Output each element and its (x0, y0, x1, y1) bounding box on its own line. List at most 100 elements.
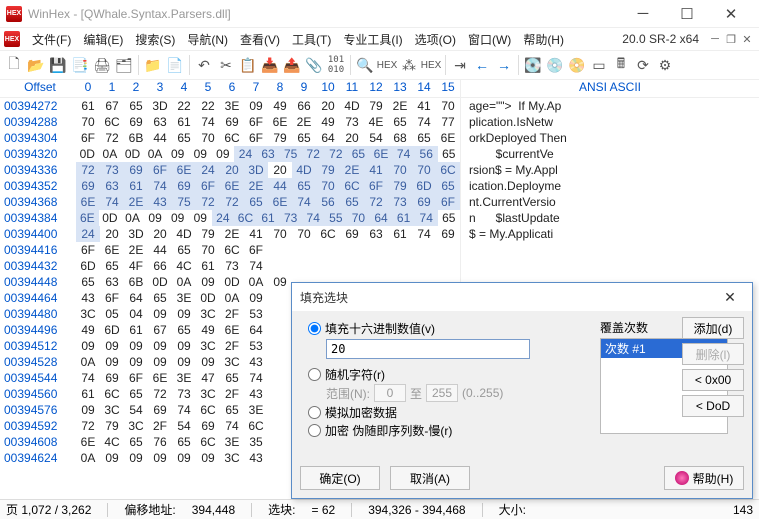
open-icon[interactable]: 📂 (26, 55, 46, 75)
hex-row[interactable]: 003943846E0D0A090909246C6173745570646174… (0, 210, 759, 226)
refresh-icon[interactable]: ⟳ (633, 55, 653, 75)
ascii-cell[interactable]: $currentVe (460, 146, 759, 162)
ok-button[interactable]: 确定(O) (300, 466, 380, 490)
ascii-cell[interactable]: rsion$ = My.Appl (460, 162, 759, 178)
hex-row[interactable]: 0039435269636174696F6E2E4465706C6F796D65… (0, 178, 759, 194)
dialog-title: 填充选块 (300, 289, 348, 306)
replace-icon[interactable]: ⁂ (399, 55, 419, 75)
ascii-cell[interactable]: plication.IsNetw (460, 114, 759, 130)
menu-file[interactable]: 文件(F) (26, 29, 77, 50)
radio-sim[interactable]: 模拟加密数据 (308, 403, 588, 421)
fwd-icon[interactable]: → (494, 55, 514, 75)
range-value: 394,326 - 394,468 (368, 503, 465, 517)
menu-help[interactable]: 帮助(H) (517, 29, 570, 50)
print-icon[interactable]: 🖨 (92, 55, 112, 75)
help-icon (675, 471, 689, 485)
ascii-cell[interactable]: ication.Deployme (460, 178, 759, 194)
close-button[interactable]: ✕ (709, 0, 753, 28)
paste-icon[interactable]: 📥 (260, 55, 280, 75)
radio-enc[interactable]: 加密 伪随即序列数-慢(r) (308, 421, 588, 439)
page-indicator: 页 1,072 / 3,262 (6, 501, 91, 518)
undo-icon[interactable]: ↶ (194, 55, 214, 75)
radio-hex[interactable]: 填充十六进制数值(v) (308, 319, 588, 337)
menu-search[interactable]: 搜索(S) (129, 29, 181, 50)
menu-window[interactable]: 窗口(W) (462, 29, 517, 50)
ascii-cell[interactable]: n $lastUpdate (460, 210, 759, 226)
ascii-cell[interactable]: orkDeployed Then (460, 130, 759, 146)
add-button[interactable]: 添加(d) (682, 317, 744, 339)
folder-icon[interactable]: 📁 (143, 55, 163, 75)
cut-icon[interactable]: ✂ (216, 55, 236, 75)
disk3-icon[interactable]: 📀 (567, 55, 587, 75)
hex-row[interactable]: 003944166F6E2E4465706C6F (0, 242, 759, 258)
offset-cell: 00394512 (0, 338, 76, 354)
hex-header: Offset 0123456789101112131415 ANSI ASCII (0, 80, 759, 98)
save-icon[interactable]: 💾 (48, 55, 68, 75)
offset-cell: 00394480 (0, 306, 76, 322)
menu-bar: HEX 文件(F) 编辑(E) 搜索(S) 导航(N) 查看(V) 工具(T) … (0, 28, 759, 50)
binary-icon[interactable]: 101010 (326, 55, 346, 75)
props-icon[interactable]: 🗂 (114, 55, 134, 75)
menu-edit[interactable]: 编辑(E) (77, 29, 129, 50)
fill-block-dialog: 填充选块 ✕ 填充十六进制数值(v) 随机字符(r) 范围(N): 至 (0..… (291, 282, 753, 499)
hex-row[interactable]: 00394288706C69636174696F6E2E49734E657477… (0, 114, 759, 130)
hex-row[interactable]: 0039440024203D204D792E4170706C6963617469… (0, 226, 759, 242)
hex-row[interactable]: 003942726167653D22223E094966204D792E4170… (0, 98, 759, 114)
ascii-cell[interactable]: nt.CurrentVersio (460, 194, 759, 210)
findhex-icon[interactable]: HEX (377, 55, 397, 75)
hex-row[interactable]: 003943200D0A0D0A0909092463757272656E7456… (0, 146, 759, 162)
clip-icon[interactable]: 📎 (304, 55, 324, 75)
disk2-icon[interactable]: 💿 (545, 55, 565, 75)
offset-cell: 00394336 (0, 162, 76, 178)
offset-cell: 00394592 (0, 418, 76, 434)
hex-row[interactable]: 003944326D654F664C617374 (0, 258, 759, 274)
ascii-cell[interactable] (460, 242, 759, 258)
doc-icon[interactable]: 📄 (165, 55, 185, 75)
hex-row[interactable]: 003943686E742E43757272656E7456657273696F… (0, 194, 759, 210)
offset-cell: 00394576 (0, 402, 76, 418)
mdi-close-icon[interactable]: ✕ (739, 31, 755, 47)
offset-cell: 00394464 (0, 290, 76, 306)
ram-icon[interactable]: ▭ (589, 55, 609, 75)
calc-icon[interactable]: 🖩 (611, 55, 631, 75)
menu-options[interactable]: 选项(O) (409, 29, 462, 50)
ascii-cell[interactable]: $ = My.Applicati (460, 226, 759, 242)
offset-label: 偏移地址: (124, 501, 175, 518)
hex-row[interactable]: 003943046F726B4465706C6F796564205468656E… (0, 130, 759, 146)
range-from (374, 384, 406, 402)
goto-icon[interactable]: ⇥ (450, 55, 470, 75)
mdi-restore-icon[interactable]: ❐ (723, 31, 739, 47)
back-icon[interactable]: ← (472, 55, 492, 75)
replhex-icon[interactable]: HEX (421, 55, 441, 75)
copy-icon[interactable]: 📋 (238, 55, 258, 75)
radio-random[interactable]: 随机字符(r) (308, 365, 588, 383)
ascii-cell[interactable] (460, 258, 759, 274)
new-icon[interactable]: 🗋 (4, 55, 24, 75)
offset-cell: 00394352 (0, 178, 76, 194)
disk1-icon[interactable]: 💽 (523, 55, 543, 75)
ascii-cell[interactable]: age=""> If My.Ap (460, 98, 759, 114)
dod-button[interactable]: < DoD (682, 395, 744, 417)
menu-tools[interactable]: 工具(T) (286, 29, 337, 50)
window-title: WinHex - [QWhale.Syntax.Parsers.dll] (28, 7, 621, 21)
mdi-min-icon[interactable]: ─ (707, 31, 723, 47)
dialog-close-icon[interactable]: ✕ (716, 289, 744, 306)
menu-nav[interactable]: 导航(N) (181, 29, 234, 50)
offset-cell: 00394288 (0, 114, 76, 130)
paste2-icon[interactable]: 📤 (282, 55, 302, 75)
range-to (426, 384, 458, 402)
hex-row[interactable]: 003943367273696F6E24203D204D792E4170706C… (0, 162, 759, 178)
cancel-button[interactable]: 取消(A) (390, 466, 470, 490)
help-button[interactable]: 帮助(H) (664, 466, 744, 490)
saveall-icon[interactable]: 📑 (70, 55, 90, 75)
zero-button[interactable]: < 0x00 (682, 369, 744, 391)
maximize-button[interactable]: ☐ (665, 0, 709, 28)
size-value: 143 (733, 503, 753, 517)
find-icon[interactable]: 🔍 (355, 55, 375, 75)
menu-pro[interactable]: 专业工具(I) (337, 29, 408, 50)
menu-view[interactable]: 查看(V) (234, 29, 286, 50)
delete-button[interactable]: 删除(l) (682, 343, 744, 365)
gear-icon[interactable]: ⚙ (655, 55, 675, 75)
hex-value-input[interactable] (326, 339, 530, 359)
minimize-button[interactable]: ─ (621, 0, 665, 28)
